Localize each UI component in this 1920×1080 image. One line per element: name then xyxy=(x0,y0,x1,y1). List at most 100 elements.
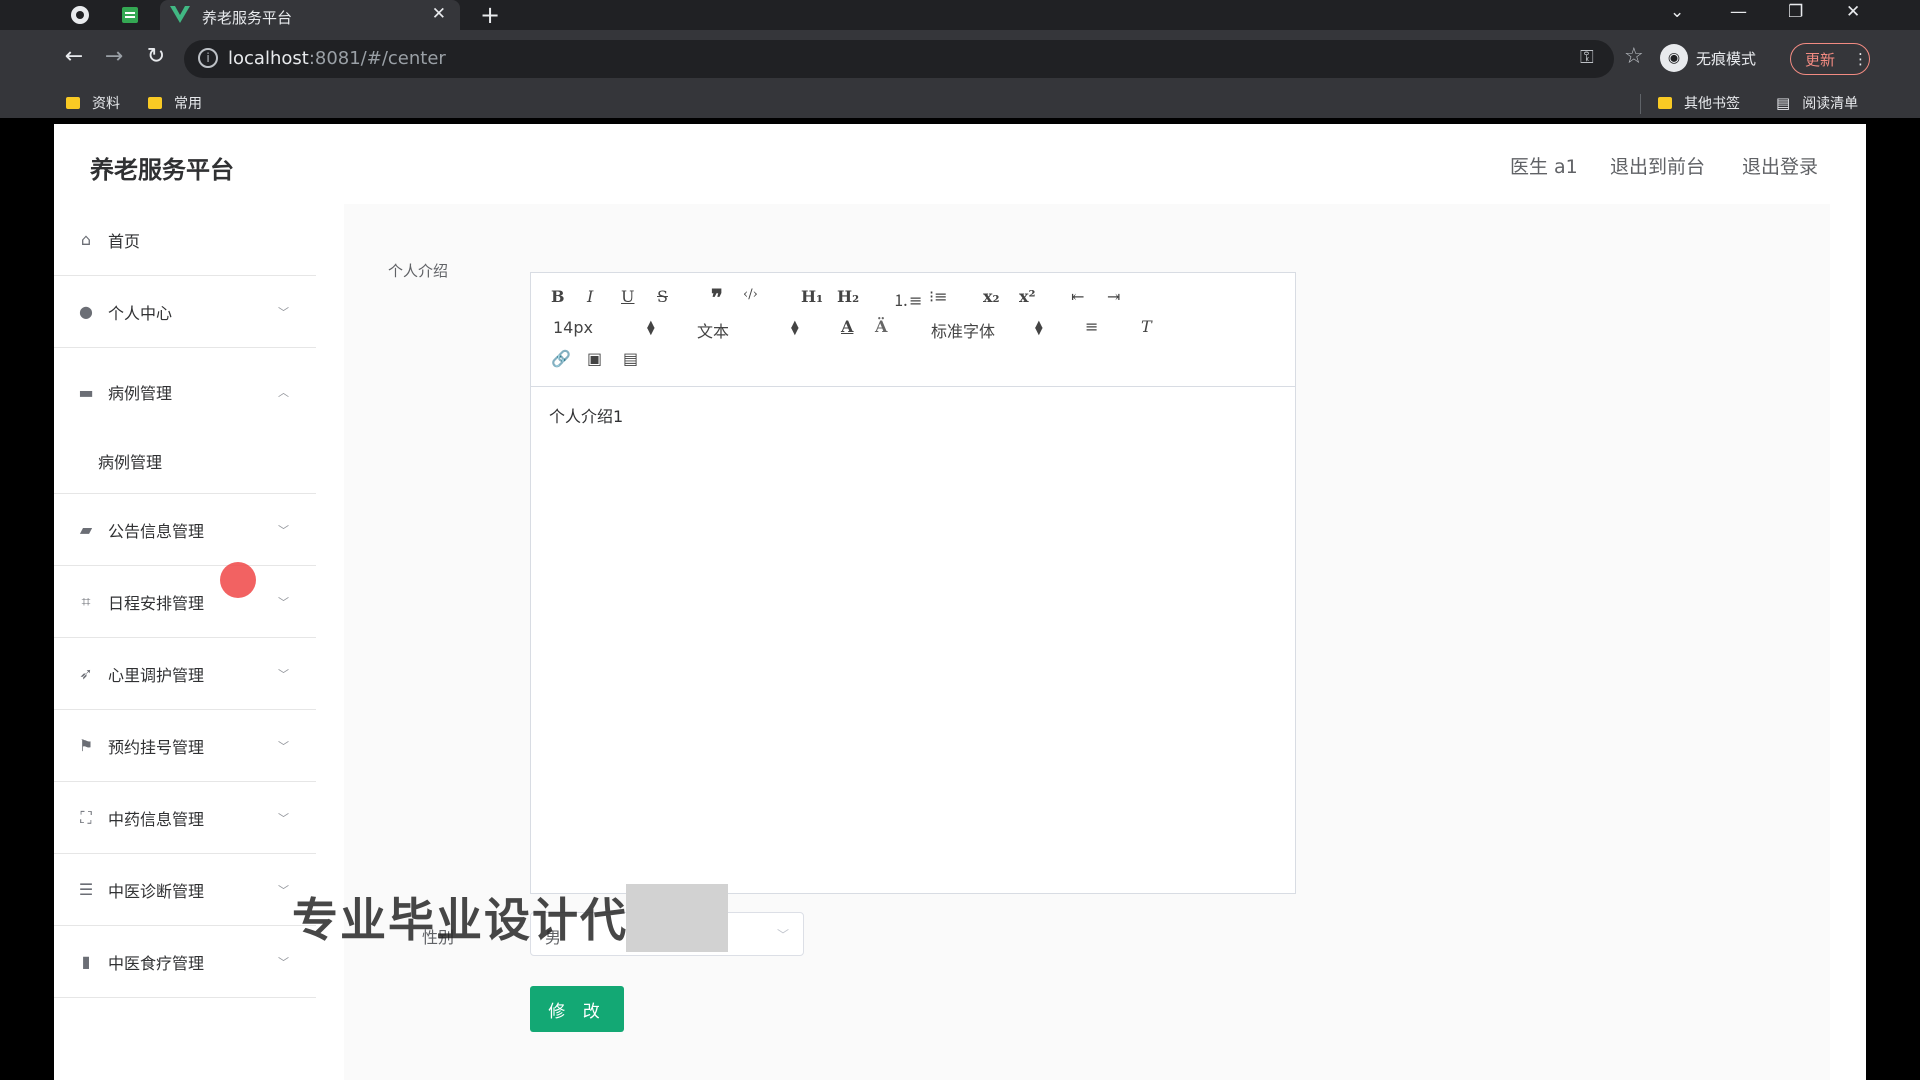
bookmark-folder[interactable]: 常用 xyxy=(148,93,202,113)
h2-icon[interactable]: H₂ xyxy=(837,287,859,306)
site-info-icon[interactable]: i xyxy=(198,48,218,68)
sidebar-item-diagnosis[interactable]: ☰ 中医诊断管理 ﹀ xyxy=(54,854,316,926)
sidebar-item-schedule[interactable]: ⌗ 日程安排管理 ﹀ xyxy=(54,566,316,638)
restore-icon[interactable]: ❐ xyxy=(1788,2,1803,22)
sidebar-item-appointments[interactable]: ⚑ 预约挂号管理 ﹀ xyxy=(54,710,316,782)
submit-button[interactable]: 修 改 xyxy=(530,986,624,1032)
bookmark-folder[interactable]: 资料 xyxy=(66,93,120,113)
forward-icon[interactable]: → xyxy=(100,44,128,69)
ordered-list-icon[interactable]: ⒈≡ xyxy=(893,287,922,311)
password-key-icon[interactable]: ⚿ xyxy=(1580,47,1594,68)
sidebar-item-label: 病例管理 xyxy=(108,384,173,403)
close-window-icon[interactable]: ✕ xyxy=(1846,2,1860,22)
bookmark-label: 其他书签 xyxy=(1684,96,1740,112)
sidebar-item-psych-care[interactable]: ➶ 心里调护管理 ﹀ xyxy=(54,638,316,710)
incognito-label: 无痕模式 xyxy=(1696,49,1757,68)
indent-icon[interactable]: ⇥ xyxy=(1107,287,1120,306)
background-color-icon[interactable]: Ä xyxy=(875,317,887,336)
select-arrows-icon: ▲ ▼ xyxy=(1035,319,1043,337)
sidebar-item-label: 日程安排管理 xyxy=(108,593,205,613)
chrome-logo-icon[interactable] xyxy=(70,5,90,25)
tab-search-icon[interactable]: ⌄ xyxy=(1670,2,1684,22)
bookmark-star-icon[interactable]: ☆ xyxy=(1624,44,1644,69)
italic-icon[interactable]: I xyxy=(587,287,593,306)
tab-close-icon[interactable]: ✕ xyxy=(432,4,446,24)
sidebar-item-cases[interactable]: ▬ 病例管理 ︿ xyxy=(54,356,316,428)
folder-icon xyxy=(66,97,80,109)
chevron-down-icon: ﹀ xyxy=(278,740,289,753)
video-icon[interactable]: ▤ xyxy=(623,349,638,368)
bookmark-label: 阅读清单 xyxy=(1802,96,1859,112)
editor-content[interactable]: 个人介绍1 xyxy=(549,403,623,427)
blockquote-icon[interactable]: ❞ xyxy=(711,285,723,311)
bullet-list-icon[interactable]: ⁝≡ xyxy=(929,287,948,306)
chevron-down-icon: ﹀ xyxy=(278,524,289,537)
pinned-tab-sheet-icon[interactable] xyxy=(120,5,140,25)
submenu-item-cases[interactable]: 病例管理 xyxy=(54,428,316,494)
intro-label: 个人介绍 xyxy=(388,262,449,280)
sidebar-item-herbs[interactable]: ⛶ 中药信息管理 ﹀ xyxy=(54,782,316,854)
sidebar-item-home[interactable]: ⌂ 首页 xyxy=(54,204,316,276)
chevron-down-icon: ﹀ xyxy=(278,596,289,609)
underline-icon[interactable]: U xyxy=(621,287,634,306)
code-icon[interactable]: ‹/› xyxy=(743,287,758,302)
header-select[interactable]: 文本 xyxy=(697,318,729,342)
select-arrows-icon: ▲ ▼ xyxy=(647,319,655,337)
logout-link[interactable]: 退出登录 xyxy=(1742,152,1818,179)
app-brand: 养老服务平台 xyxy=(90,156,234,184)
select-arrows-icon: ▲ ▼ xyxy=(791,319,799,337)
chevron-down-icon: ﹀ xyxy=(278,884,289,897)
current-user: 医生 a1 xyxy=(1510,156,1578,178)
sidebar-item-diet[interactable]: ▮ 中医食疗管理 ﹀ xyxy=(54,926,316,998)
sidebar-item-label: 中医诊断管理 xyxy=(108,881,205,901)
crop-icon: ⌗ xyxy=(81,591,91,611)
new-tab-button[interactable]: + xyxy=(480,1,500,29)
watermark-blur xyxy=(626,884,728,952)
bold-icon[interactable]: B xyxy=(551,287,565,306)
chevron-down-icon: ﹀ xyxy=(278,668,289,681)
send-icon: ➶ xyxy=(79,664,93,683)
exit-to-front-link[interactable]: 退出到前台 xyxy=(1610,152,1705,179)
subscript-icon[interactable]: x₂ xyxy=(983,287,1000,306)
home-icon: ⌂ xyxy=(80,230,92,249)
outdent-icon[interactable]: ⇤ xyxy=(1071,287,1084,306)
chevron-down-icon: ﹀ xyxy=(776,928,789,942)
update-button[interactable]: 更新 ⋮ xyxy=(1790,43,1870,75)
vue-logo-icon xyxy=(170,5,190,25)
superscript-icon[interactable]: x² xyxy=(1019,287,1036,306)
font-size-select[interactable]: 14px xyxy=(553,318,593,337)
list-icon: ☰ xyxy=(78,880,94,899)
bookmark-label: 常用 xyxy=(174,96,202,112)
sidebar-item-label: 心里调护管理 xyxy=(108,665,205,685)
h1-icon[interactable]: H₁ xyxy=(801,287,823,306)
bookmarks-bar: 资料 常用 其他书签 ▤ 阅读清单 xyxy=(0,88,1920,118)
reload-icon[interactable]: ↻ xyxy=(142,44,170,69)
chart-icon: ▮ xyxy=(81,952,91,971)
address-url[interactable]: localhost:8081/#/center xyxy=(228,48,446,69)
align-icon[interactable]: ≡ xyxy=(1085,317,1098,336)
rich-text-editor: B I U S ❞ ‹/› H₁ H₂ ⒈≡ ⁝≡ x₂ x² ⇤ ⇥ 14px… xyxy=(530,272,1296,894)
incognito-indicator[interactable]: ◉ 无痕模式 xyxy=(1660,42,1756,74)
chevron-up-icon: ︿ xyxy=(278,386,289,399)
browser-toolbar: ← → ↻ i localhost:8081/#/center ⚿ ☆ ◉ 无痕… xyxy=(0,30,1920,118)
font-family-select[interactable]: 标准字体 xyxy=(931,318,995,342)
strikethrough-icon[interactable]: S xyxy=(657,287,668,306)
browser-tab-active[interactable]: 养老服务平台 ✕ xyxy=(160,0,460,30)
sidebar-item-profile[interactable]: ● 个人中心 ﹀ xyxy=(54,276,316,348)
sidebar-item-label: 中药信息管理 xyxy=(108,809,205,829)
sidebar-item-label: 首页 xyxy=(108,231,141,251)
sidebar-item-notices[interactable]: ▰ 公告信息管理 ﹀ xyxy=(54,494,316,566)
font-color-icon[interactable]: A xyxy=(841,317,853,336)
minimize-icon[interactable]: — xyxy=(1730,2,1747,22)
clear-format-icon[interactable]: T xyxy=(1141,317,1152,336)
back-icon[interactable]: ← xyxy=(60,44,88,69)
address-bar[interactable]: i localhost:8081/#/center ⚿ ☆ xyxy=(184,40,1644,78)
image-icon[interactable]: ▣ xyxy=(587,349,602,368)
reading-list-icon: ▤ xyxy=(1776,94,1791,112)
sidebar-item-label: 预约挂号管理 xyxy=(108,737,205,757)
reading-list[interactable]: ▤ 阅读清单 xyxy=(1776,93,1858,113)
other-bookmarks[interactable]: 其他书签 xyxy=(1658,93,1740,113)
kebab-menu-icon[interactable]: ⋮ xyxy=(1853,50,1868,68)
link-icon[interactable]: 🔗 xyxy=(551,349,571,368)
sidebar: ⌂ 首页 ● 个人中心 ﹀ ▬ 病例管理 ︿ 病例管理 ▰ 公告信息管理 ﹀ ⌗… xyxy=(54,204,316,1080)
